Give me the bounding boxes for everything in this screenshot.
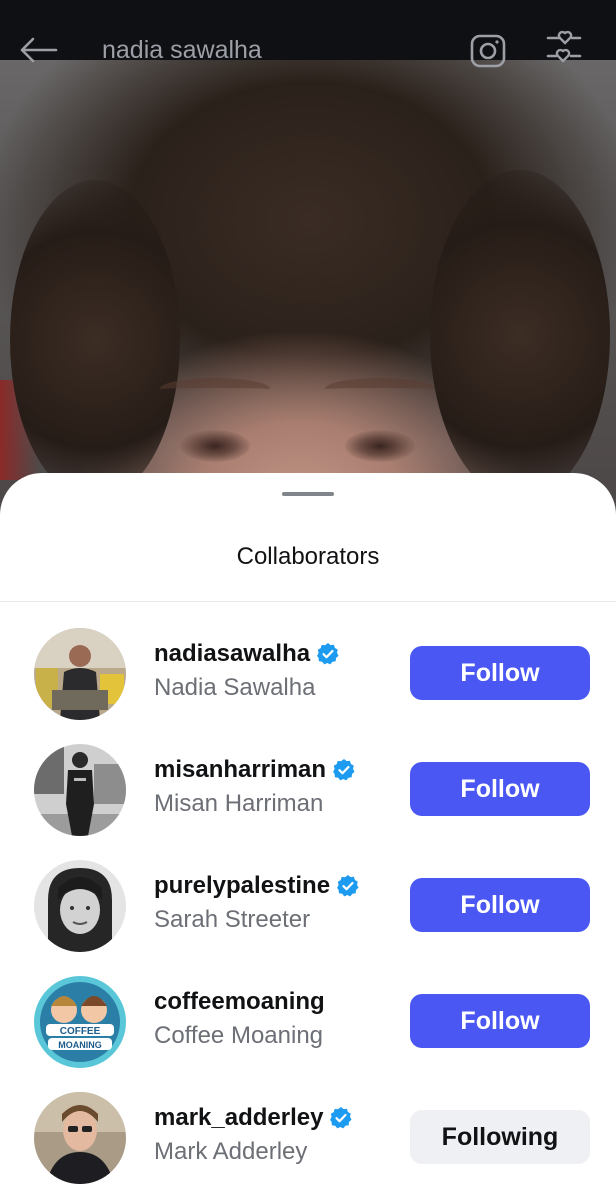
- full-name: Sarah Streeter: [154, 906, 311, 933]
- photo-detail: [160, 378, 270, 400]
- list-item[interactable]: purelypalestine Sarah Streeter Follow: [0, 860, 616, 976]
- list-item[interactable]: misanharriman Misan Harriman Follow: [0, 744, 616, 860]
- top-bar: nadia sawalha: [0, 0, 616, 68]
- photo-detail: [180, 430, 250, 462]
- full-name: Misan Harriman: [154, 790, 324, 817]
- header-title: nadia sawalha: [102, 36, 262, 64]
- verified-badge-icon: [317, 643, 339, 665]
- list-item[interactable]: COFFEE MOANING coffeemoaning Coffee Moan…: [0, 976, 616, 1092]
- follow-button[interactable]: Follow: [410, 646, 590, 700]
- photo-detail: [345, 430, 415, 462]
- photo-detail: [10, 180, 180, 500]
- photo-detail: [325, 378, 435, 400]
- full-name: Nadia Sawalha: [154, 674, 316, 701]
- username[interactable]: purelypalestine: [154, 872, 360, 900]
- screen: nadia sawalha Collaborators nadiasawalha…: [0, 0, 616, 1200]
- filter-heart-icon[interactable]: [544, 30, 584, 70]
- svg-text:COFFEE: COFFEE: [60, 1026, 101, 1037]
- verified-badge-icon: [337, 875, 359, 897]
- verified-badge-icon: [330, 1107, 352, 1129]
- follow-button[interactable]: Follow: [410, 762, 590, 816]
- list-item[interactable]: mark_adderley Mark Adderley Following: [0, 1092, 616, 1200]
- follow-button[interactable]: Follow: [410, 878, 590, 932]
- avatar[interactable]: [34, 1092, 126, 1184]
- sheet-title: Collaborators: [236, 543, 380, 570]
- username[interactable]: misanharriman: [154, 756, 356, 784]
- arrow-left-icon[interactable]: [18, 36, 58, 64]
- avatar[interactable]: [34, 628, 126, 720]
- avatar[interactable]: [34, 860, 126, 952]
- camera-icon[interactable]: [468, 30, 508, 70]
- collaborators-sheet: Collaborators nadiasawalha Nadia Sawalha…: [0, 473, 616, 1200]
- username[interactable]: coffeemoaning: [154, 988, 325, 1016]
- divider: [0, 601, 616, 602]
- svg-text:MOANING: MOANING: [58, 1040, 102, 1050]
- profile-photo-background: [0, 0, 616, 520]
- photo-detail: [430, 170, 610, 500]
- following-button[interactable]: Following: [410, 1110, 590, 1164]
- username[interactable]: mark_adderley: [154, 1104, 353, 1132]
- full-name: Coffee Moaning: [154, 1022, 324, 1049]
- username[interactable]: nadiasawalha: [154, 640, 340, 668]
- avatar[interactable]: COFFEE MOANING: [34, 976, 126, 1068]
- avatar[interactable]: [34, 744, 126, 836]
- follow-button[interactable]: Follow: [410, 994, 590, 1048]
- full-name: Mark Adderley: [154, 1138, 308, 1165]
- drag-handle[interactable]: [282, 492, 334, 496]
- list-item[interactable]: nadiasawalha Nadia Sawalha Follow: [0, 628, 616, 744]
- verified-badge-icon: [333, 759, 355, 781]
